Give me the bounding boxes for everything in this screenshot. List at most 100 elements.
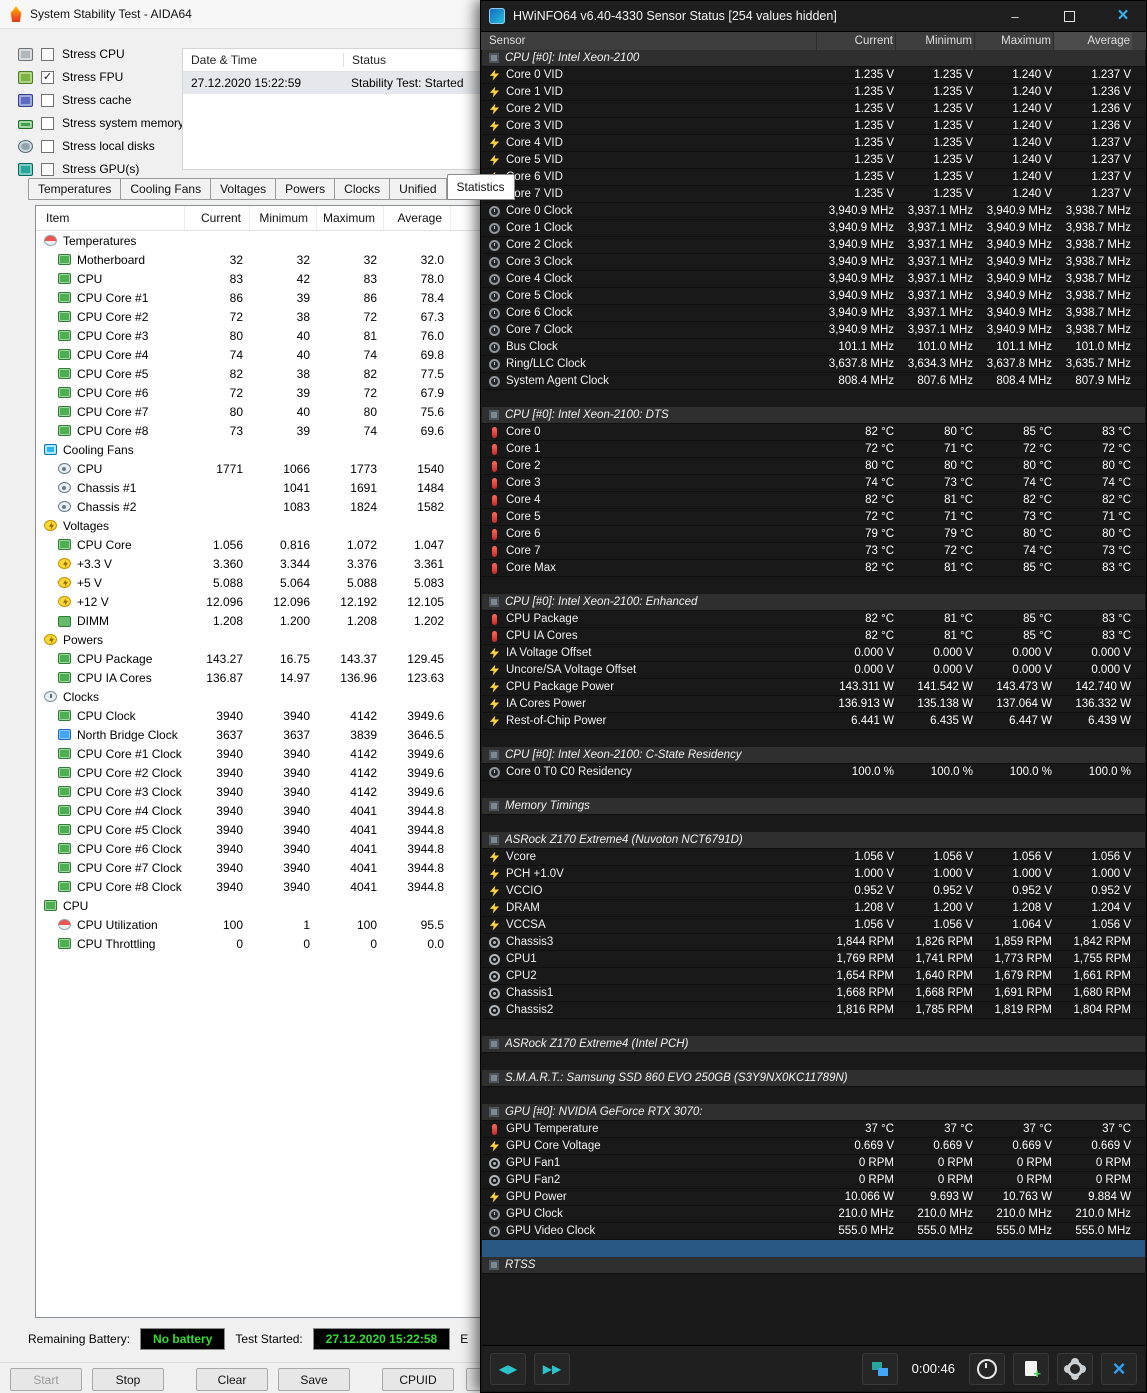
minimize-button[interactable]: – [992,1,1038,31]
selected-row[interactable] [482,1240,1145,1257]
stop-button[interactable]: Stop [92,1368,164,1391]
layout-button[interactable] [861,1352,898,1385]
sensor-row-core-7-clock[interactable]: Core 7 Clock 3,940.9 MHz 3,937.1 MHz 3,940.… [482,322,1145,339]
stats-column-item[interactable]: Item [36,206,184,230]
sensor-row-rest-of-chip-power[interactable]: Rest-of-Chip Power 6.441 W 6.435 W 6.447 W 6… [482,713,1145,730]
column-sensor[interactable]: Sensor [481,35,816,47]
sensor-section-asrock-z170-extreme4-intel-pch[interactable]: ASRock Z170 Extreme4 (Intel PCH) [482,1036,1145,1053]
save-button[interactable]: Save [278,1368,350,1391]
sensor-row-gpu-temperature[interactable]: GPU Temperature 37 °C 37 °C 37 °C 37 °C [482,1121,1145,1138]
sensor-row-gpu-video-clock[interactable]: GPU Video Clock 555.0 MHz 555.0 MHz 555.0 M… [482,1223,1145,1240]
checkbox[interactable] [41,139,54,153]
sensor-row-gpu-core-voltage[interactable]: GPU Core Voltage 0.669 V 0.669 V 0.669 V 0.6… [482,1138,1145,1155]
column-current[interactable]: Current [816,32,895,50]
sensor-row-core-0[interactable]: Core 0 82 °C 80 °C 85 °C 83 °C [482,424,1145,441]
sensor-row-core-4-vid[interactable]: Core 4 VID 1.235 V 1.235 V 1.240 V 1.237 V [482,135,1145,152]
tab-voltages[interactable]: Voltages [211,178,277,200]
stats-column-average[interactable]: Average [383,206,450,230]
tab-cooling-fans[interactable]: Cooling Fans [121,178,212,200]
stress-option-stress-cache[interactable]: Stress cache [18,92,184,108]
stats-column-maximum[interactable]: Maximum [316,206,383,230]
sensor-row-core-0-clock[interactable]: Core 0 Clock 3,940.9 MHz 3,937.1 MHz 3,940.… [482,203,1145,220]
sensor-row-vcore[interactable]: Vcore 1.056 V 1.056 V 1.056 V 1.056 V [482,849,1145,866]
sensor-section-cpu-0-intel-xeon-2100[interactable]: CPU [#0]: Intel Xeon-2100 [482,50,1145,67]
sensor-section-gpu-0-nvidia-geforce-rtx-3070[interactable]: GPU [#0]: NVIDIA GeForce RTX 3070: [482,1104,1145,1121]
sensor-row-gpu-fan1[interactable]: GPU Fan1 0 RPM 0 RPM 0 RPM 0 RPM [482,1155,1145,1172]
sensor-row-core-5-vid[interactable]: Core 5 VID 1.235 V 1.235 V 1.240 V 1.237 V [482,152,1145,169]
sensor-row-core-6-clock[interactable]: Core 6 Clock 3,940.9 MHz 3,937.1 MHz 3,940.… [482,305,1145,322]
sensor-row-vccio[interactable]: VCCIO 0.952 V 0.952 V 0.952 V 0.952 V [482,883,1145,900]
sensor-row-core-3[interactable]: Core 3 74 °C 73 °C 74 °C 74 °C [482,475,1145,492]
hwinfo-titlebar[interactable]: HWiNFO64 v6.40-4330 Sensor Status [254 v… [481,1,1146,32]
sensor-row-gpu-fan2[interactable]: GPU Fan2 0 RPM 0 RPM 0 RPM 0 RPM [482,1172,1145,1189]
stress-option-stress-gpu-s[interactable]: Stress GPU(s) [18,161,184,177]
sensor-section-asrock-z170-extreme4-nuvoton-nct6791d[interactable]: ASRock Z170 Extreme4 (Nuvoton NCT6791D) [482,832,1145,849]
sensor-row-chassis2[interactable]: Chassis2 1,816 RPM 1,785 RPM 1,819 RPM 1,804… [482,1002,1145,1019]
sensor-row-cpu-package-power[interactable]: CPU Package Power 143.311 W 141.542 W 143.4… [482,679,1145,696]
sensor-row-bus-clock[interactable]: Bus Clock 101.1 MHz 101.0 MHz 101.1 MHz 101.… [482,339,1145,356]
sensor-row-core-5[interactable]: Core 5 72 °C 71 °C 73 °C 71 °C [482,509,1145,526]
stats-column-current[interactable]: Current [184,206,249,230]
sensor-row-ia-voltage-offset[interactable]: IA Voltage Offset 0.000 V 0.000 V 0.000 V 0.… [482,645,1145,662]
sensor-row-core-4[interactable]: Core 4 82 °C 81 °C 82 °C 82 °C [482,492,1145,509]
sensor-row-cpu2[interactable]: CPU2 1,654 RPM 1,640 RPM 1,679 RPM 1,661 RPM [482,968,1145,985]
tab-clocks[interactable]: Clocks [335,178,391,200]
checkbox[interactable] [41,93,54,107]
maximize-button[interactable] [1046,1,1092,31]
tab-powers[interactable]: Powers [276,178,336,200]
sensor-row-system-agent-clock[interactable]: System Agent Clock 808.4 MHz 807.6 MHz 808.… [482,373,1145,390]
tab-statistics[interactable]: Statistics [446,174,515,200]
cpuid-button[interactable]: CPUID [382,1368,454,1391]
sensor-row-core-0-t0-c0-residency[interactable]: Core 0 T0 C0 Residency 100.0 % 100.0 % 100.… [482,764,1145,781]
start-button[interactable]: Start [10,1368,82,1391]
sensor-row-chassis3[interactable]: Chassis3 1,844 RPM 1,826 RPM 1,859 RPM 1,842… [482,934,1145,951]
sensor-row-gpu-clock[interactable]: GPU Clock 210.0 MHz 210.0 MHz 210.0 MHz 210.… [482,1206,1145,1223]
clock-button[interactable] [969,1352,1005,1385]
sensor-row-ia-cores-power[interactable]: IA Cores Power 136.913 W 135.138 W 137.064 … [482,696,1145,713]
checkbox[interactable]: ✓ [41,70,54,84]
stress-option-stress-fpu[interactable]: ✓ Stress FPU [18,69,184,85]
sensor-row-core-max[interactable]: Core Max 82 °C 81 °C 85 °C 83 °C [482,560,1145,577]
sensor-section-cpu-0-intel-xeon-2100-dts[interactable]: CPU [#0]: Intel Xeon-2100: DTS [482,407,1145,424]
sensor-row-core-3-vid[interactable]: Core 3 VID 1.235 V 1.235 V 1.240 V 1.236 V [482,118,1145,135]
clear-button[interactable]: Clear [196,1368,268,1391]
sensor-row-pch-1-0v[interactable]: PCH +1.0V 1.000 V 1.000 V 1.000 V 1.000 V [482,866,1145,883]
log-column-date[interactable]: Date & Time [183,53,344,67]
close-button[interactable]: × [1100,1,1146,31]
exit-button[interactable]: × [1101,1352,1137,1385]
sensor-section-cpu-0-intel-xeon-2100-enhanced[interactable]: CPU [#0]: Intel Xeon-2100: Enhanced [482,594,1145,611]
nav-arrows-button[interactable]: ◀▶ [490,1352,526,1385]
sensor-row-core-5-clock[interactable]: Core 5 Clock 3,940.9 MHz 3,937.1 MHz 3,940.… [482,288,1145,305]
stress-option-stress-system-memory[interactable]: Stress system memory [18,115,184,131]
column-minimum[interactable]: Minimum [895,32,974,50]
sensor-row-core-2-clock[interactable]: Core 2 Clock 3,940.9 MHz 3,937.1 MHz 3,940.… [482,237,1145,254]
stress-option-stress-local-disks[interactable]: Stress local disks [18,138,184,154]
sensor-row-vccsa[interactable]: VCCSA 1.056 V 1.056 V 1.064 V 1.056 V [482,917,1145,934]
sensor-row-core-3-clock[interactable]: Core 3 Clock 3,940.9 MHz 3,937.1 MHz 3,940.… [482,254,1145,271]
sensor-row-core-2-vid[interactable]: Core 2 VID 1.235 V 1.235 V 1.240 V 1.236 V [482,101,1145,118]
column-average[interactable]: Average [1053,32,1132,50]
sensor-row-core-7[interactable]: Core 7 73 °C 72 °C 74 °C 73 °C [482,543,1145,560]
sensor-section-s-m-a-r-t-samsung-ssd-860-evo-250gb-s3y9nx0kc11789n[interactable]: S.M.A.R.T.: Samsung SSD 860 EVO 250GB (S… [482,1070,1145,1087]
sensor-row-dram[interactable]: DRAM 1.208 V 1.200 V 1.208 V 1.204 V [482,900,1145,917]
settings-button[interactable] [1057,1352,1093,1385]
sensor-row-gpu-power[interactable]: GPU Power 10.066 W 9.693 W 10.763 W 9.884 W [482,1189,1145,1206]
tab-temperatures[interactable]: Temperatures [28,178,122,200]
sensor-row-core-1-vid[interactable]: Core 1 VID 1.235 V 1.235 V 1.240 V 1.236 V [482,84,1145,101]
sensor-row-cpu1[interactable]: CPU1 1,769 RPM 1,741 RPM 1,773 RPM 1,755 RPM [482,951,1145,968]
sensor-row-core-2[interactable]: Core 2 80 °C 80 °C 80 °C 80 °C [482,458,1145,475]
sensor-row-core-0-vid[interactable]: Core 0 VID 1.235 V 1.235 V 1.240 V 1.237 V [482,67,1145,84]
sensor-row-core-6-vid[interactable]: Core 6 VID 1.235 V 1.235 V 1.240 V 1.237 V [482,169,1145,186]
sensor-section-memory-timings[interactable]: Memory Timings [482,798,1145,815]
column-maximum[interactable]: Maximum [974,32,1053,50]
stress-option-stress-cpu[interactable]: Stress CPU [18,46,184,62]
report-button[interactable] [1013,1352,1049,1385]
skip-arrows-button[interactable]: ▶▶ [534,1352,570,1385]
sensor-row-cpu-ia-cores[interactable]: CPU IA Cores 82 °C 81 °C 85 °C 83 °C [482,628,1145,645]
stats-column-minimum[interactable]: Minimum [249,206,316,230]
sensor-row-core-6[interactable]: Core 6 79 °C 79 °C 80 °C 80 °C [482,526,1145,543]
sensor-row-core-4-clock[interactable]: Core 4 Clock 3,940.9 MHz 3,937.1 MHz 3,940.… [482,271,1145,288]
sensor-row-core-1[interactable]: Core 1 72 °C 71 °C 72 °C 72 °C [482,441,1145,458]
sensor-row-uncore-sa-voltage-offset[interactable]: Uncore/SA Voltage Offset 0.000 V 0.000 V 0.… [482,662,1145,679]
sensor-row-core-7-vid[interactable]: Core 7 VID 1.235 V 1.235 V 1.240 V 1.237 V [482,186,1145,203]
